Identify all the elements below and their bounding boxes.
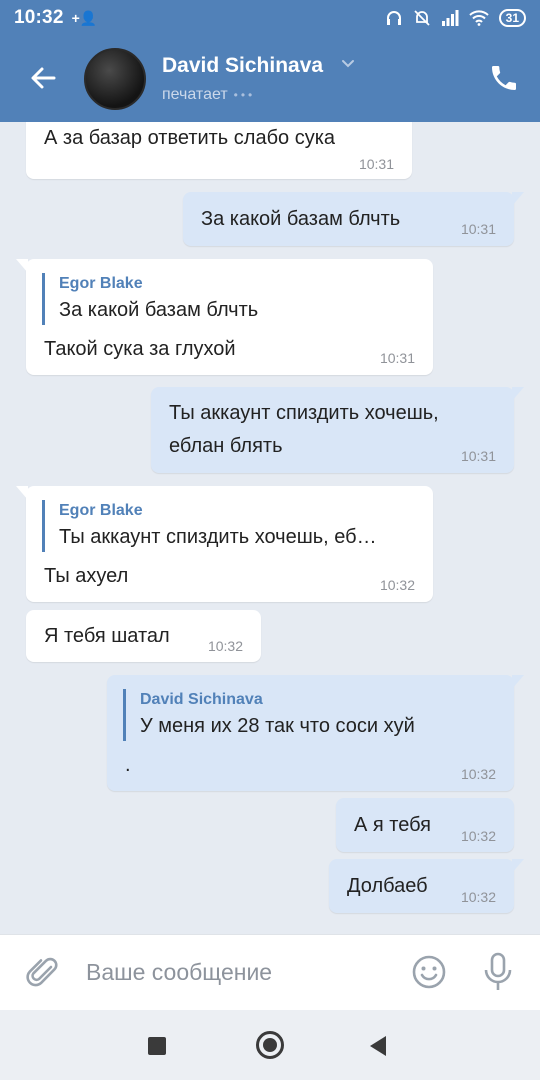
signal-icon: [441, 10, 459, 26]
reply-quote[interactable]: David Sichinava У меня их 28 так что сос…: [123, 689, 415, 741]
typing-dots: •••: [233, 88, 256, 102]
message-text: А за базар ответить слабо сука: [44, 127, 336, 149]
message-time: 10:32: [460, 889, 496, 905]
message-outgoing[interactable]: За какой базам блчть 10:31: [183, 192, 524, 246]
home-icon[interactable]: [256, 1031, 284, 1059]
contact-name[interactable]: David Sichinava: [162, 54, 323, 78]
message-text: Я тебя шатал: [44, 625, 170, 647]
reply-text: Ты аккаунт спиздить хочешь, еб…: [59, 526, 377, 548]
reply-author: Egor Blake: [59, 275, 143, 292]
message-text: За какой базам блчть: [201, 208, 401, 230]
emoji-icon[interactable]: [410, 953, 448, 991]
chevron-down-icon[interactable]: [340, 56, 356, 72]
message-incoming[interactable]: Egor Blake Ты аккаунт спиздить хочешь, е…: [16, 486, 433, 602]
bubble-tail: [512, 859, 524, 873]
message-incoming[interactable]: А за базар ответить слабо сука 10:31: [26, 122, 412, 179]
typing-status: печатает •••: [162, 86, 255, 104]
message-input[interactable]: Ваше сообщение: [86, 959, 272, 986]
back-triangle-icon[interactable]: [370, 1036, 386, 1056]
reply-author: David Sichinava: [140, 691, 263, 708]
bubble-tail: [512, 387, 524, 401]
message-outgoing[interactable]: Долбаеб 10:32: [329, 859, 524, 913]
microphone-icon[interactable]: [480, 951, 516, 993]
reply-quote[interactable]: Egor Blake За какой базам блчть: [42, 273, 258, 325]
message-text: А я тебя: [354, 814, 431, 836]
reply-author: Egor Blake: [59, 502, 143, 519]
message-time: 10:31: [358, 156, 394, 172]
message-time: 10:32: [379, 577, 415, 593]
message-outgoing[interactable]: Ты аккаунт спиздить хочешь, еблан блять …: [151, 387, 524, 473]
message-time: 10:32: [207, 638, 243, 654]
message-text-line: еблан блять: [169, 435, 283, 457]
back-arrow-icon[interactable]: [24, 58, 64, 98]
message-time: 10:31: [460, 448, 496, 464]
message-text: Ты ахуел: [44, 565, 129, 587]
avatar[interactable]: [84, 48, 146, 110]
message-time: 10:31: [460, 221, 496, 237]
reply-text: У меня их 28 так что соси хуй: [140, 715, 415, 737]
message-list[interactable]: А за базар ответить слабо сука 10:31 За …: [0, 122, 540, 934]
add-user-icon: +👤: [71, 9, 98, 26]
battery-indicator: 31: [498, 9, 526, 27]
message-time: 10:32: [460, 766, 496, 782]
phone-icon[interactable]: [488, 62, 520, 94]
typing-label: печатает: [162, 86, 228, 103]
bubble-tail: [512, 192, 524, 206]
mute-bell-icon: [414, 10, 430, 26]
bubble-tail: [16, 259, 28, 273]
message-text-line: Ты аккаунт спиздить хочешь,: [169, 402, 439, 424]
wifi-icon: [468, 10, 489, 26]
chat-header: David Sichinava печатает •••: [0, 36, 540, 122]
message-outgoing[interactable]: А я тебя 10:32: [336, 798, 514, 852]
message-text: Долбаеб: [347, 875, 428, 897]
system-nav-bar: [0, 1010, 540, 1080]
reply-quote[interactable]: Egor Blake Ты аккаунт спиздить хочешь, е…: [42, 500, 377, 552]
paperclip-icon[interactable]: [24, 953, 64, 993]
message-text: .: [125, 754, 131, 776]
message-time: 10:32: [460, 828, 496, 844]
status-time: 10:32: [14, 7, 64, 28]
message-text: Такой сука за глухой: [44, 338, 236, 360]
message-outgoing[interactable]: David Sichinava У меня их 28 так что сос…: [107, 675, 524, 791]
status-bar: 10:32 +👤 31: [0, 0, 540, 36]
message-input-bar: Ваше сообщение: [0, 934, 540, 1010]
bubble-tail: [512, 675, 524, 689]
message-time: 10:31: [379, 350, 415, 366]
headphones-icon: [386, 11, 401, 25]
status-icons: 31: [385, 9, 526, 27]
message-incoming[interactable]: Я тебя шатал 10:32: [26, 610, 261, 662]
reply-text: За какой базам блчть: [59, 299, 259, 321]
message-incoming[interactable]: Egor Blake За какой базам блчть Такой су…: [16, 259, 433, 375]
bubble-tail: [16, 486, 28, 500]
recent-apps-icon[interactable]: [148, 1037, 166, 1055]
